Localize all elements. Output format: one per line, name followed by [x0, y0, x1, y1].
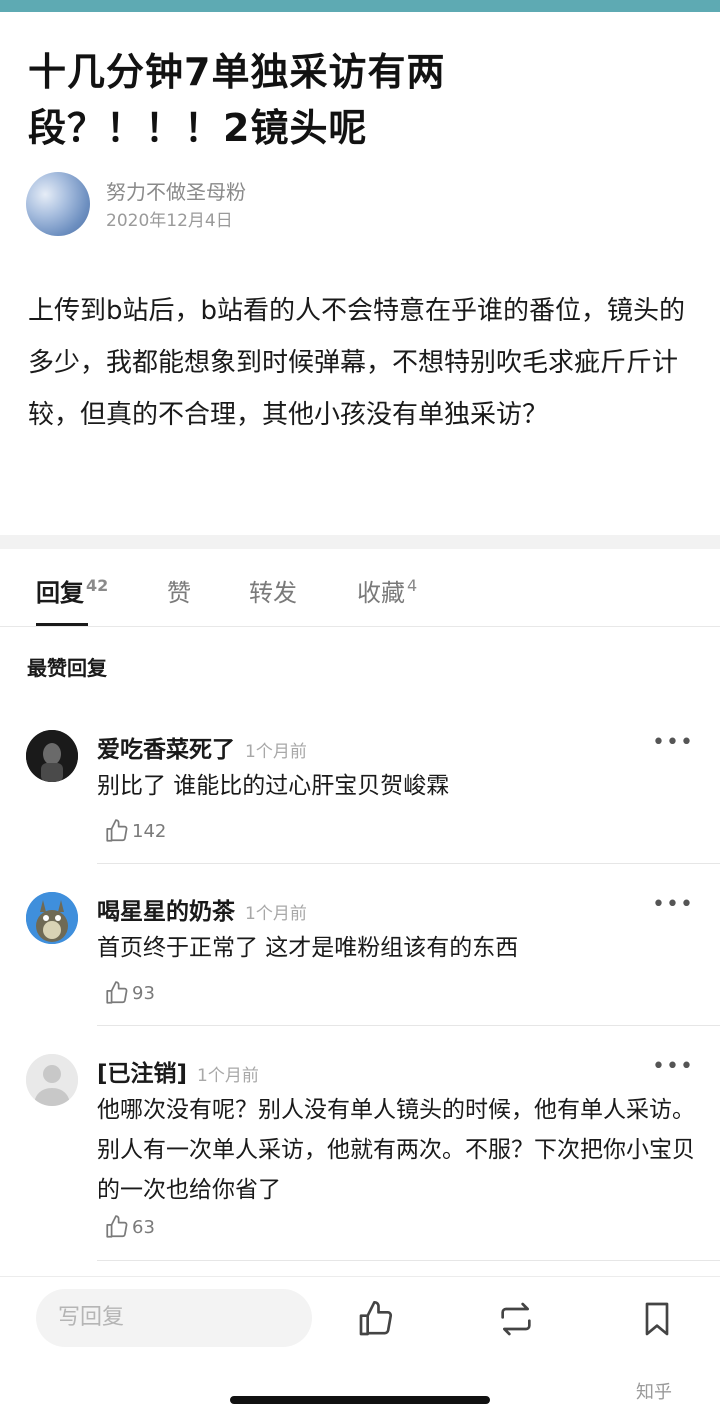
thumbs-up-icon	[106, 981, 128, 1004]
thumbs-up-icon	[106, 1215, 128, 1238]
comment-divider	[97, 863, 720, 864]
thumbs-up-icon	[106, 819, 128, 842]
reply-input[interactable]: 写回复	[36, 1289, 312, 1347]
commenter-name-text: [已注销]	[97, 1061, 188, 1087]
comment-like-button[interactable]: 63	[104, 1214, 155, 1240]
comment-time: 1个月前	[197, 1066, 259, 1086]
tab-reposts-label: 转发	[249, 579, 297, 607]
comment-text: 首页终于正常了 这才是唯粉组该有的东西	[97, 935, 519, 961]
section-gap	[0, 535, 720, 549]
tab-replies-label: 回复	[36, 579, 84, 607]
more-options-icon[interactable]: •••	[652, 1054, 694, 1079]
commenter-avatar[interactable]	[26, 1054, 78, 1106]
tab-favorites-count: 4	[407, 576, 418, 595]
tab-favorites-label: 收藏	[357, 579, 405, 607]
author-name[interactable]: 努力不做圣母粉	[106, 176, 246, 205]
comment-time: 1个月前	[245, 904, 307, 924]
like-icon[interactable]	[356, 1299, 396, 1339]
comment-divider	[97, 1025, 720, 1026]
comment-like-button[interactable]: 93	[104, 980, 155, 1006]
like-count: 93	[132, 982, 155, 1004]
more-options-icon[interactable]: •••	[652, 892, 694, 917]
tab-reposts[interactable]: 转发	[249, 573, 297, 608]
post-title: 十几分钟7单独采访有两 段？！！！2镜头呢	[28, 44, 688, 156]
comment-text: 他哪次没有呢？别人没有单人镜头的时候，他有单人采访。别人有一次单人采访，他就有两…	[97, 1097, 695, 1203]
bookmark-icon[interactable]	[637, 1299, 677, 1339]
comment-divider	[97, 1260, 720, 1261]
commenter-avatar[interactable]	[26, 892, 78, 944]
author-avatar[interactable]	[26, 172, 90, 236]
commenter-name[interactable]: 爱吃香菜死了 1个月前	[97, 730, 307, 764]
repost-icon[interactable]	[496, 1299, 536, 1339]
tab-replies[interactable]: 回复 42	[36, 573, 108, 608]
tab-replies-count: 42	[86, 576, 109, 595]
tab-likes-label: 赞	[167, 579, 191, 607]
commenter-name[interactable]: 喝星星的奶茶 1个月前	[97, 892, 307, 926]
commenter-name-text: 爱吃香菜死了	[97, 737, 235, 763]
like-count: 63	[132, 1216, 155, 1238]
tab-favorites[interactable]: 收藏 4	[357, 573, 417, 608]
commenter-name-text: 喝星星的奶茶	[97, 899, 235, 925]
post-body: 上传到b站后，b站看的人不会特意在乎谁的番位，镜头的多少，我都能想象到时候弹幕，…	[28, 296, 686, 430]
section-label: 最赞回复	[27, 656, 107, 680]
comment-text: 别比了 谁能比的过心肝宝贝贺峻霖	[97, 773, 450, 799]
commenter-name[interactable]: [已注销] 1个月前	[97, 1054, 259, 1088]
comment-time: 1个月前	[245, 742, 307, 762]
more-options-icon[interactable]: •••	[652, 730, 694, 755]
commenter-avatar[interactable]	[26, 730, 78, 782]
tab-likes[interactable]: 赞	[167, 573, 191, 608]
comment-like-button[interactable]: 142	[104, 818, 166, 844]
home-indicator[interactable]	[230, 1396, 490, 1404]
tab-bar: 回复 42 赞 转发 收藏 4	[0, 549, 720, 627]
zhihu-watermark: 知乎	[636, 1382, 672, 1403]
post-date: 2020年12月4日	[106, 211, 233, 231]
post-title-line1: 十几分钟7单独采访有两	[28, 50, 446, 94]
top-strip	[0, 0, 720, 12]
author-info[interactable]: 努力不做圣母粉 2020年12月4日	[26, 172, 426, 238]
post-title-line2: 段？！！！2镜头呢	[28, 106, 368, 150]
active-tab-indicator	[36, 623, 88, 626]
bottom-action-bar: 写回复	[0, 1276, 720, 1366]
like-count: 142	[132, 820, 167, 842]
